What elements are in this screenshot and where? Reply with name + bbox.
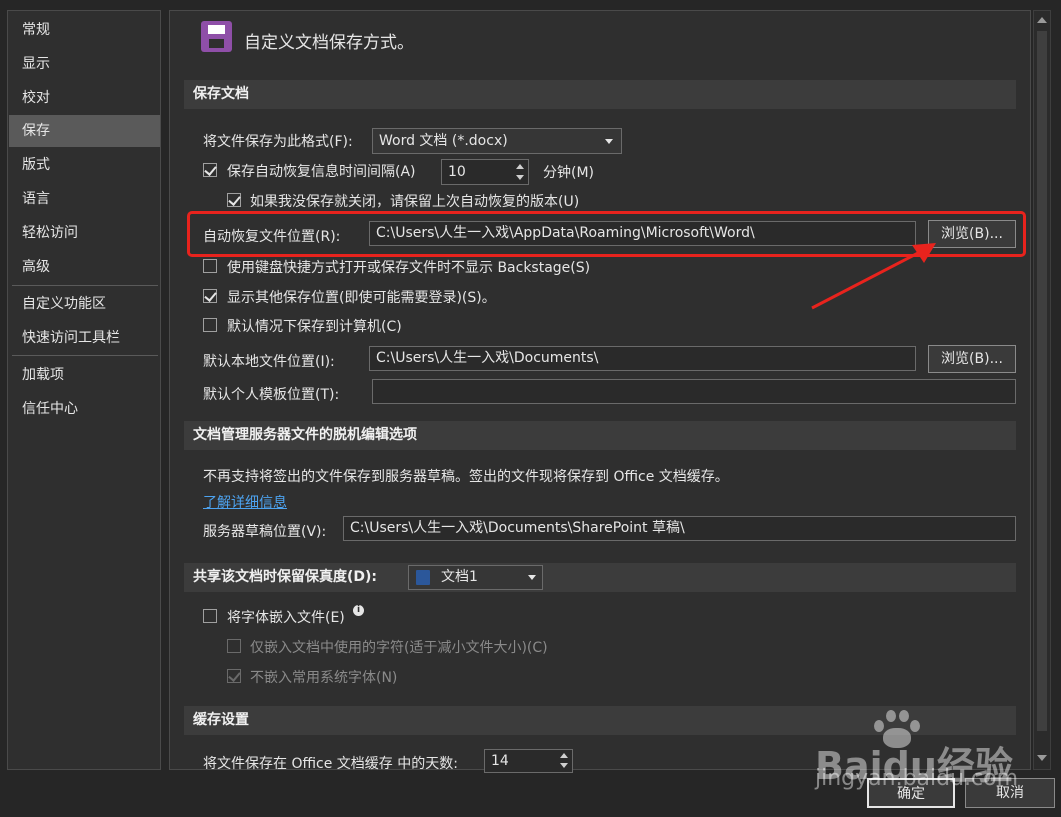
- nav-item-quick-access-toolbar[interactable]: 快速访问工具栏: [9, 322, 160, 354]
- embed-used-chars-checkbox: [227, 639, 241, 653]
- fidelity-document-value: 文档1: [441, 569, 478, 585]
- nav-item-language[interactable]: 语言: [9, 183, 160, 215]
- word-document-icon: [416, 570, 430, 585]
- autorecover-checkbox[interactable]: [203, 163, 217, 177]
- embed-fonts-checkbox[interactable]: [203, 609, 217, 623]
- embed-fonts-label: 将字体嵌入文件(E): [227, 610, 345, 626]
- annotation-arrow-icon: [811, 243, 936, 310]
- scroll-up-icon[interactable]: [1037, 17, 1047, 23]
- cache-days-value: 14: [491, 753, 509, 769]
- local-file-location-input[interactable]: C:\Users\人生一入戏\Documents\: [369, 346, 916, 371]
- chevron-down-icon: [528, 575, 536, 580]
- autorecover-label: 保存自动恢复信息时间间隔(A): [227, 164, 416, 180]
- info-icon[interactable]: i: [353, 605, 364, 616]
- floppy-disk-icon: [201, 21, 232, 52]
- autorecover-location-label: 自动恢复文件位置(R):: [203, 229, 341, 245]
- keep-last-version-label: 如果我没保存就关闭，请保留上次自动恢复的版本(U): [250, 194, 580, 210]
- server-drafts-input[interactable]: C:\Users\人生一入戏\Documents\SharePoint 草稿\: [343, 516, 1016, 541]
- nav-item-layout[interactable]: 版式: [9, 149, 160, 181]
- save-to-computer-label: 默认情况下保存到计算机(C): [227, 319, 402, 335]
- save-to-computer-checkbox[interactable]: [203, 318, 217, 332]
- server-drafts-label: 服务器草稿位置(V):: [203, 524, 327, 540]
- nav-item-proofing[interactable]: 校对: [9, 82, 160, 114]
- nav-item-general[interactable]: 常规: [9, 14, 160, 46]
- fidelity-label: 共享该文档时保留保真度(D):: [193, 569, 378, 585]
- nav-divider: [12, 285, 158, 286]
- spin-up-icon[interactable]: [560, 753, 568, 758]
- cache-days-label: 将文件保存在 Office 文档缓存 中的天数:: [203, 756, 458, 772]
- template-location-input[interactable]: [372, 379, 1016, 404]
- keep-last-version-checkbox[interactable]: [227, 193, 241, 207]
- show-other-locations-label: 显示其他保存位置(即使可能需要登录)(S)。: [227, 290, 496, 306]
- scroll-thumb[interactable]: [1037, 31, 1047, 731]
- nav-item-trust-center[interactable]: 信任中心: [9, 393, 160, 425]
- section-fidelity: 共享该文档时保留保真度(D):: [184, 563, 1016, 592]
- spin-down-icon[interactable]: [560, 763, 568, 768]
- spin-up-icon[interactable]: [516, 164, 524, 169]
- chevron-down-icon: [605, 139, 613, 144]
- nav-item-accessibility[interactable]: 轻松访问: [9, 217, 160, 249]
- browse-local-button[interactable]: 浏览(B)...: [928, 345, 1016, 373]
- section-save-documents: 保存文档: [184, 80, 1016, 109]
- nav-item-save[interactable]: 保存: [9, 115, 160, 147]
- nav-item-customize-ribbon[interactable]: 自定义功能区: [9, 288, 160, 320]
- nav-divider: [12, 355, 158, 356]
- fidelity-document-dropdown[interactable]: 文档1: [408, 565, 543, 590]
- no-common-fonts-label: 不嵌入常用系统字体(N): [250, 670, 398, 686]
- show-other-locations-checkbox[interactable]: [203, 289, 217, 303]
- page-title: 自定义文档保存方式。: [244, 33, 414, 53]
- save-format-value: Word 文档 (*.docx): [379, 133, 508, 149]
- autorecover-minutes-stepper[interactable]: 10: [441, 159, 529, 185]
- cache-days-stepper[interactable]: 14: [484, 749, 573, 773]
- nav-item-addins[interactable]: 加载项: [9, 359, 160, 391]
- section-offline-editing: 文档管理服务器文件的脱机编辑选项: [184, 421, 1016, 450]
- watermark-url: jingyan.baidu.com: [815, 766, 1019, 791]
- nav-item-advanced[interactable]: 高级: [9, 251, 160, 283]
- options-nav: 常规 显示 校对 保存 版式 语言 轻松访问 高级 自定义功能区 快速访问工具栏…: [7, 10, 161, 770]
- scroll-down-icon[interactable]: [1037, 755, 1047, 761]
- embed-used-chars-label: 仅嵌入文档中使用的字符(适于减小文件大小)(C): [250, 640, 548, 656]
- local-file-location-label: 默认本地文件位置(I):: [203, 354, 335, 370]
- no-backstage-checkbox[interactable]: [203, 259, 217, 273]
- spin-down-icon[interactable]: [516, 175, 524, 180]
- vertical-scrollbar[interactable]: [1033, 10, 1051, 770]
- no-backstage-label: 使用键盘快捷方式打开或保存文件时不显示 Backstage(S): [227, 260, 591, 276]
- minutes-label: 分钟(M): [543, 165, 595, 181]
- nav-item-display[interactable]: 显示: [9, 48, 160, 80]
- autorecover-minutes-value: 10: [448, 164, 466, 180]
- learn-more-link[interactable]: 了解详细信息: [203, 492, 287, 512]
- no-common-fonts-checkbox: [227, 669, 241, 683]
- save-format-label: 将文件保存为此格式(F):: [203, 134, 353, 150]
- template-location-label: 默认个人模板位置(T):: [203, 387, 340, 403]
- save-format-dropdown[interactable]: Word 文档 (*.docx): [372, 128, 622, 154]
- offline-notice: 不再支持将签出的文件保存到服务器草稿。签出的文件现将保存到 Office 文档缓…: [203, 469, 729, 485]
